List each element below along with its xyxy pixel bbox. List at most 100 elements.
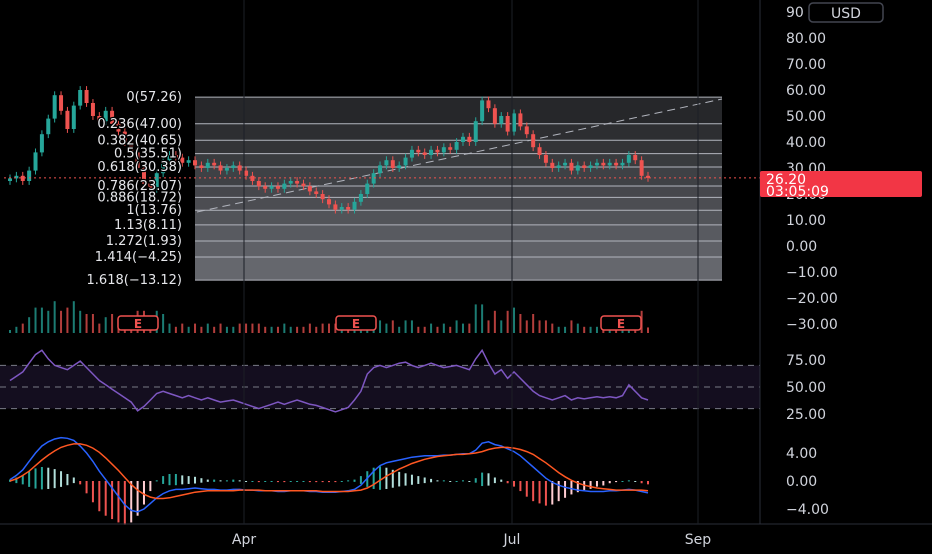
candle-body [269, 186, 274, 189]
fib-level-label: 1.414(−4.25) [95, 250, 182, 265]
macd-histogram-bar [513, 481, 516, 487]
macd-histogram-bar [296, 481, 299, 482]
candle-body [378, 165, 383, 174]
macd-histogram-bar [321, 481, 324, 483]
candle-body [607, 162, 612, 166]
volume-bar [468, 323, 471, 333]
macd-histogram-bar [334, 481, 337, 483]
volume-bar [321, 323, 324, 333]
volume-bar [162, 314, 165, 333]
macd-histogram-bar [213, 479, 216, 482]
fib-level-label: 1(13.76) [126, 203, 182, 218]
volume-bar [194, 323, 197, 333]
volume-bar [85, 314, 88, 333]
candle-body [448, 147, 453, 150]
volume-bar [410, 320, 413, 333]
macd-histogram-bar [181, 475, 184, 485]
candle-body [218, 165, 223, 171]
candle-body [601, 162, 606, 166]
candle-body [39, 134, 44, 153]
volume-bar [174, 326, 177, 333]
volume-bar [564, 326, 567, 333]
candle-body [556, 165, 561, 168]
candle-body [59, 95, 64, 111]
current-price-badge: 26.20 03:05:09 [760, 171, 922, 200]
volume-bar [647, 327, 649, 333]
earnings-marker-label: E [352, 317, 360, 331]
currency-badge[interactable]: USD [808, 2, 884, 23]
earnings-marker[interactable]: E [117, 315, 159, 331]
macd-histogram-bar [200, 478, 203, 483]
volume-bar [544, 320, 547, 333]
volume-bar [385, 323, 388, 333]
time-tick-label: Sep [685, 532, 712, 548]
rsi-tick-label: 75.00 [786, 353, 826, 369]
macd-histogram-bar [270, 481, 273, 482]
macd-histogram-bar [436, 480, 439, 482]
macd-histogram-bar [615, 481, 618, 483]
candle-body [8, 178, 12, 181]
currency-label: USD [831, 6, 861, 22]
fib-level-label: 0.618(30.38) [97, 160, 182, 175]
volume-bar [500, 320, 503, 333]
candle-body [307, 186, 312, 192]
macd-histogram-bar [423, 477, 426, 484]
macd-histogram-bar [634, 481, 637, 482]
volume-bar [430, 323, 433, 333]
candle-body [518, 113, 523, 127]
candle-body [256, 181, 261, 187]
candle-body [639, 160, 644, 176]
price-axis[interactable]: 9080.0070.0060.0050.0040.0030.0020.0010.… [759, 0, 838, 524]
candle-body [314, 191, 319, 194]
macd-histogram-bar [481, 472, 484, 487]
macd-histogram-bar [544, 481, 547, 506]
volume-bar [398, 326, 401, 333]
candle-body [486, 100, 491, 109]
volume-bar [417, 326, 420, 333]
price-tick-label: 40.00 [786, 135, 826, 151]
macd-histogram-bar [308, 481, 311, 483]
volume-bar [379, 320, 382, 333]
macd-histogram-bar [28, 471, 31, 487]
macd-histogram-bar [40, 467, 43, 490]
volume-bar [487, 320, 490, 333]
macd-histogram-bar [53, 469, 56, 489]
macd-histogram-bar [602, 481, 605, 486]
macd-histogram-bar [461, 480, 464, 482]
macd-histogram-bar [91, 481, 94, 503]
candle-body [33, 152, 38, 171]
stock-chart[interactable]: 0(57.26) 0.236(47.00) 0.382(40.65) 0.5(35.5… [0, 0, 932, 550]
volume-bar [270, 326, 273, 333]
macd-histogram-bar [194, 476, 197, 484]
candle-body [263, 186, 268, 189]
candle-body [435, 149, 440, 153]
macd-histogram-bar [353, 479, 356, 482]
volume-bar [28, 317, 31, 333]
candle-body [620, 162, 625, 166]
earnings-marker[interactable]: E [600, 315, 642, 331]
volume-bar [251, 323, 254, 333]
macd-histogram-bar [442, 480, 445, 482]
candle-body [588, 165, 593, 168]
current-price-countdown: 03:05:09 [766, 184, 829, 200]
macd-histogram-bar [398, 471, 401, 487]
price-tick-label: 60.00 [786, 83, 826, 99]
candle-body [78, 90, 83, 106]
candle-body [524, 126, 529, 135]
candle-body [473, 121, 478, 142]
macd-histogram-bar [474, 478, 477, 483]
candle-body [512, 113, 517, 132]
volume-bar [595, 326, 598, 333]
candle-body [346, 207, 351, 210]
volume-bar [506, 310, 509, 333]
volume-bar [461, 323, 464, 333]
candle-body [333, 204, 338, 210]
candle-body [365, 183, 370, 194]
price-tick-label: 50.00 [786, 109, 826, 125]
candle-body [480, 100, 485, 122]
macd-histogram-bar [538, 481, 541, 504]
candle-body [441, 147, 446, 153]
earnings-marker[interactable]: E [335, 315, 377, 331]
candle-body [371, 173, 376, 184]
chart-svg[interactable]: 0(57.26)0.236(47.00)0.382(40.65)0.5(35.5… [0, 0, 932, 550]
